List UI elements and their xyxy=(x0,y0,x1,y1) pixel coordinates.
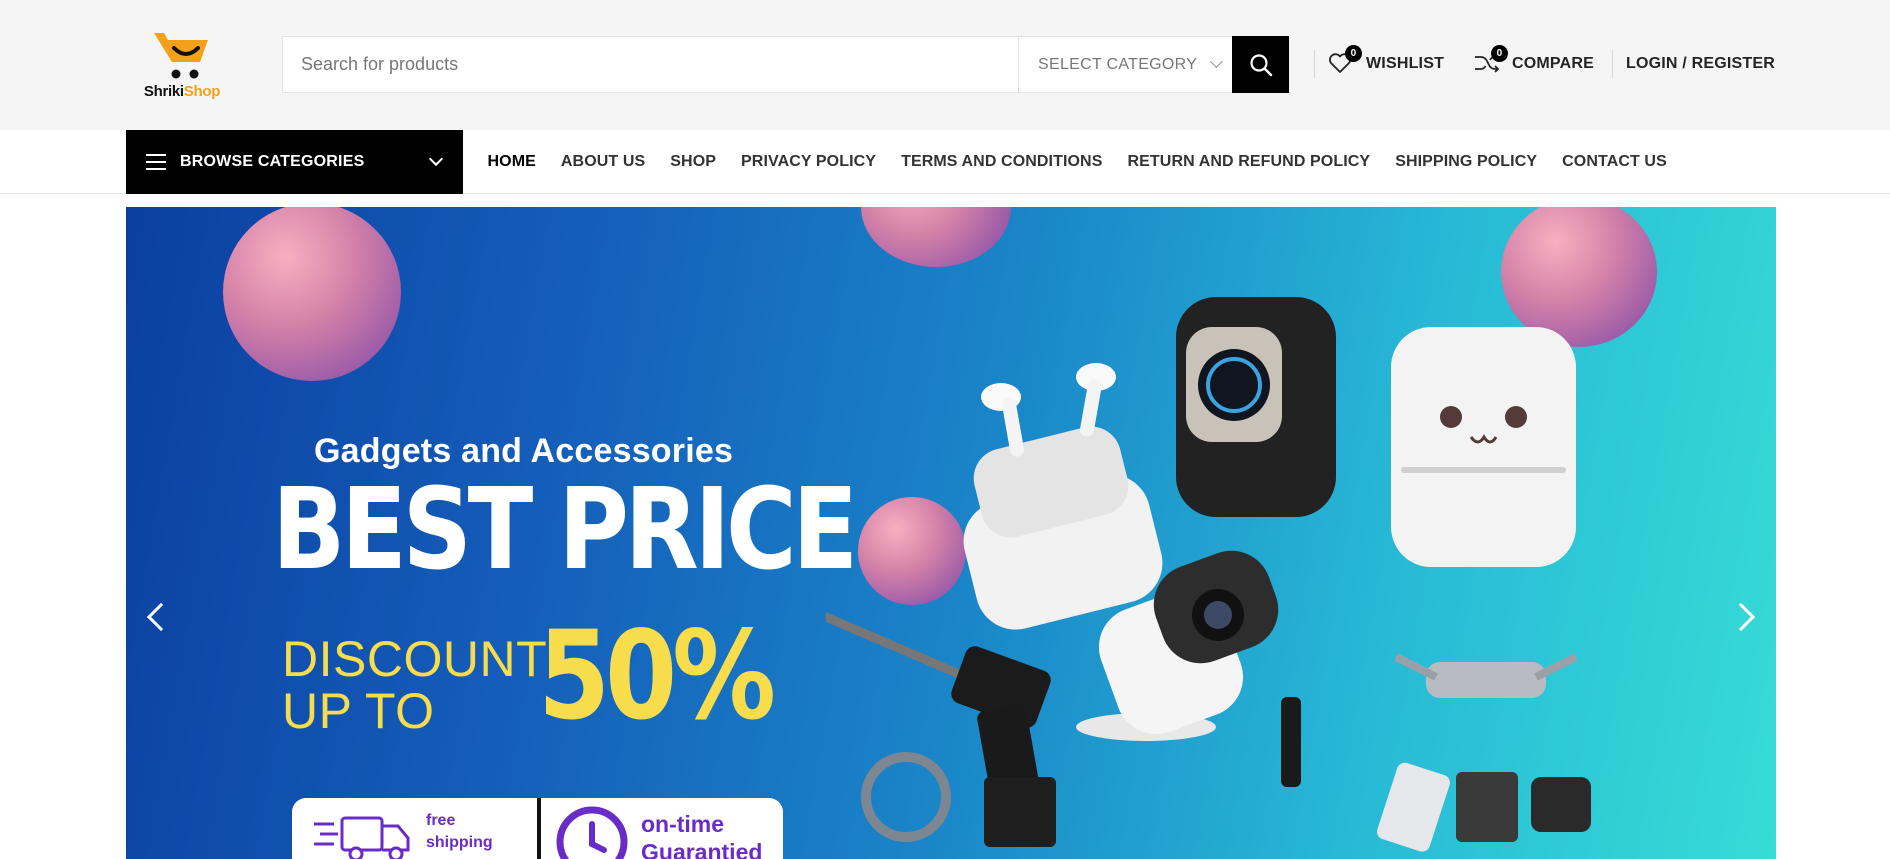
site-header: ShrikiShop SELECT CATEGORY 0 WISHLIST xyxy=(0,0,1890,130)
decorative-sphere xyxy=(223,207,401,381)
earbuds-case-image xyxy=(963,363,1163,630)
main-navigation: BROWSE CATEGORIES HOME ABOUT US SHOP PRI… xyxy=(0,130,1890,194)
slider-prev-arrow[interactable] xyxy=(146,602,176,632)
browse-categories-label: BROWSE CATEGORIES xyxy=(180,153,365,170)
free-shipping-label: free shipping xyxy=(426,812,493,851)
nav-item-contact-us[interactable]: CONTACT US xyxy=(1550,153,1680,171)
decorative-sphere xyxy=(861,207,1011,267)
primary-menu: HOME ABOUT US SHOP PRIVACY POLICY TERMS … xyxy=(475,130,1679,194)
chevron-down-icon xyxy=(428,151,444,167)
hero-discount-line1: DISCOUNT xyxy=(282,631,548,687)
wishlist-count-badge: 0 xyxy=(1345,45,1362,62)
nav-item-home[interactable]: HOME xyxy=(475,153,548,171)
search-bar: SELECT CATEGORY xyxy=(282,36,1289,93)
hero-discount-line2: UP TO xyxy=(282,683,435,739)
search-button[interactable] xyxy=(1232,36,1289,93)
site-logo[interactable]: ShrikiShop xyxy=(138,30,226,104)
on-time-guarantee-label: on-time Guarantied xyxy=(641,811,763,859)
shuffle-icon: 0 xyxy=(1474,45,1508,76)
gadgets-product-image xyxy=(826,297,1591,852)
compare-label: COMPARE xyxy=(1512,55,1594,72)
wishlist-label: WISHLIST xyxy=(1366,55,1445,72)
features-divider xyxy=(537,798,541,859)
wishlist-link[interactable]: 0 WISHLIST xyxy=(1328,45,1445,76)
nav-item-privacy-policy[interactable]: PRIVACY POLICY xyxy=(729,153,889,171)
hero-slider[interactable]: Gadgets and Accessories BEST PRICE DISCO… xyxy=(126,207,1776,859)
hero-title: BEST PRICE xyxy=(272,465,858,595)
compare-count-badge: 0 xyxy=(1491,45,1508,62)
nav-item-shop[interactable]: SHOP xyxy=(658,153,729,171)
nav-item-shipping-policy[interactable]: SHIPPING POLICY xyxy=(1383,153,1550,171)
hero-features-card: free shipping on-time Guarantied xyxy=(292,798,783,859)
login-register-link[interactable]: LOGIN / REGISTER xyxy=(1626,52,1775,76)
search-input[interactable] xyxy=(283,37,1018,92)
browse-categories-button[interactable]: BROWSE CATEGORIES xyxy=(126,130,463,194)
compare-link[interactable]: 0 COMPARE xyxy=(1474,45,1594,76)
heart-icon: 0 xyxy=(1328,45,1362,76)
header-divider xyxy=(1612,50,1613,78)
category-select[interactable]: SELECT CATEGORY xyxy=(1018,37,1233,92)
logo-wordmark: ShrikiShop xyxy=(143,83,221,100)
shopping-cart-logo-icon xyxy=(154,33,208,79)
nav-item-about-us[interactable]: ABOUT US xyxy=(548,153,657,171)
nav-item-return-and-refund-policy[interactable]: RETURN AND REFUND POLICY xyxy=(1115,153,1383,171)
hero-discount-value: 50% xyxy=(538,605,776,747)
clock-icon xyxy=(556,806,628,859)
slider-next-arrow[interactable] xyxy=(1726,602,1756,632)
mini-printer-image xyxy=(1391,327,1576,567)
drone-image xyxy=(1377,653,1591,852)
nav-item-terms-and-conditions[interactable]: TERMS AND CONDITIONS xyxy=(889,153,1115,171)
search-icon xyxy=(1249,53,1272,76)
smartwatch-image xyxy=(1176,297,1336,517)
remote-control-image xyxy=(1281,697,1301,787)
pressure-washer-gun-image xyxy=(826,612,1056,847)
hamburger-menu-icon xyxy=(146,154,166,170)
category-select-label: SELECT CATEGORY xyxy=(1038,55,1198,73)
delivery-truck-icon xyxy=(314,816,410,859)
chevron-down-icon xyxy=(1210,55,1223,69)
header-divider xyxy=(1314,50,1315,78)
login-register-label: LOGIN / REGISTER xyxy=(1626,55,1775,72)
